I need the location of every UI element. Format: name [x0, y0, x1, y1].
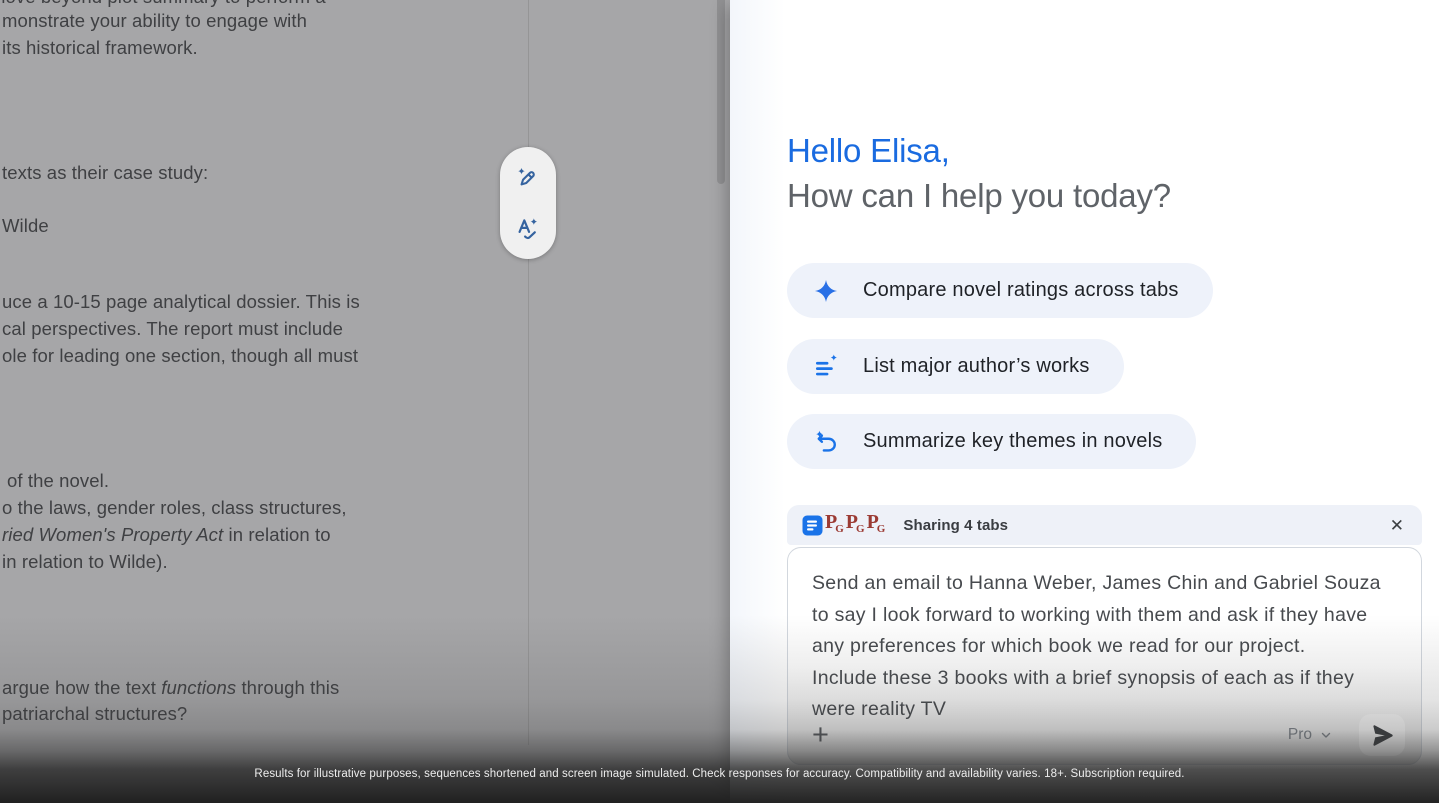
magic-pencil-icon	[515, 165, 541, 191]
document-text-line: uce a 10-15 page analytical dossier. Thi…	[2, 291, 360, 313]
shared-tab-favicons: PG PG PG	[802, 512, 885, 539]
greeting-question: How can I help you today?	[787, 173, 1171, 218]
document-text-line: in relation to Wilde).	[2, 551, 168, 573]
gutenberg-favicon: PG	[825, 512, 844, 539]
document-text-line: ried Women's Property Act in relation to	[2, 524, 331, 546]
document-text-line: Wilde	[2, 215, 49, 237]
document-text-line: o the laws, gender roles, class structur…	[2, 497, 347, 519]
gutenberg-favicon: PG	[867, 512, 886, 539]
document-text-line: move beyond plot summary to perform a	[0, 0, 326, 8]
list-sparkle-icon	[813, 354, 839, 380]
suggestion-chip-label: List major author’s works	[863, 355, 1090, 378]
sharing-tabs-bar: PG PG PG Sharing 4 tabs ✕	[787, 505, 1422, 545]
document-text-line: its historical framework.	[2, 37, 198, 59]
replay-sparkle-icon	[813, 429, 839, 455]
document-text-line: patriarchal structures?	[2, 703, 187, 725]
footer-disclaimer: Results for illustrative purposes, seque…	[0, 768, 1439, 780]
suggestion-chip-summarize-themes[interactable]: Summarize key themes in novels	[787, 414, 1196, 469]
close-icon[interactable]: ✕	[1386, 513, 1408, 538]
prompt-line: any preferences for which book we read f…	[812, 631, 1404, 663]
prompt-toolbar: + Pro	[808, 711, 1405, 759]
prompt-line: to say I look forward to working with th…	[812, 600, 1404, 632]
suggestion-chip-label: Summarize key themes in novels	[863, 430, 1162, 453]
prompt-input[interactable]: Send an email to Hanna Weber, James Chin…	[812, 568, 1404, 726]
document-text-line: monstrate your ability to engage with	[2, 10, 307, 32]
spellcheck-sparkle-icon	[515, 215, 541, 241]
page-edge-divider	[528, 0, 529, 745]
model-selector[interactable]: Pro	[1288, 726, 1333, 744]
send-button[interactable]	[1359, 714, 1405, 756]
prompt-line: Send an email to Hanna Weber, James Chin…	[812, 568, 1404, 600]
sharing-tabs-label: Sharing 4 tabs	[903, 517, 1008, 534]
gutenberg-favicon: PG	[846, 512, 865, 539]
document-text-line: ole for leading one section, though all …	[2, 345, 358, 367]
screen: move beyond plot summary to perform a mo…	[0, 0, 1439, 803]
document-text-line: texts as their case study:	[2, 162, 208, 184]
google-docs-favicon	[802, 515, 823, 536]
model-selector-label: Pro	[1288, 726, 1312, 744]
greeting-name: Hello Elisa,	[787, 128, 950, 173]
proofread-button[interactable]	[508, 208, 548, 248]
suggestion-chip-list-works[interactable]: List major author’s works	[787, 339, 1124, 394]
gemini-side-panel: Hello Elisa, How can I help you today? C…	[730, 0, 1439, 803]
scrollbar-thumb[interactable]	[717, 0, 725, 184]
prompt-card: Send an email to Hanna Weber, James Chin…	[787, 547, 1422, 765]
document-text-line: cal perspectives. The report must includ…	[2, 318, 343, 340]
prompt-line: Include these 3 books with a brief synop…	[812, 663, 1404, 695]
editing-tools-pill	[500, 147, 556, 259]
suggestion-chip-compare-ratings[interactable]: Compare novel ratings across tabs	[787, 263, 1213, 318]
document-page: move beyond plot summary to perform a mo…	[0, 0, 730, 803]
gemini-sparkle-icon	[813, 278, 839, 304]
suggestion-chip-label: Compare novel ratings across tabs	[863, 279, 1179, 302]
help-me-write-button[interactable]	[508, 158, 548, 198]
chevron-down-icon	[1319, 728, 1333, 742]
add-attachment-button[interactable]: +	[808, 721, 833, 750]
document-text-line: of the novel.	[7, 470, 109, 492]
document-text-line: argue how the text functions through thi…	[2, 677, 339, 699]
send-arrow-icon	[1370, 723, 1395, 748]
